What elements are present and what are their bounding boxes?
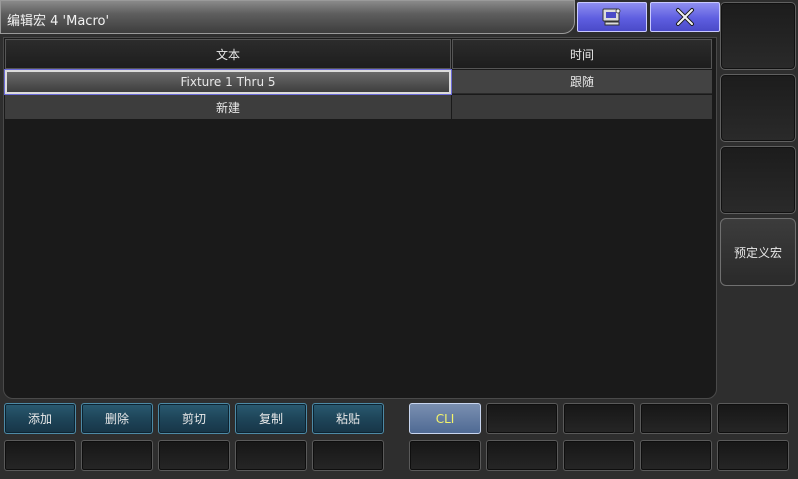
delete-label: 删除 <box>104 412 129 426</box>
empty-button[interactable] <box>717 440 789 471</box>
empty-button[interactable] <box>486 440 558 471</box>
macro-line-1-text-value: Fixture 1 Thru 5 <box>180 75 276 89</box>
cli-button[interactable]: CLI <box>409 403 481 434</box>
cli-label: CLI <box>435 411 455 426</box>
delete-button[interactable]: 删除 <box>81 403 153 434</box>
side-slot-2[interactable] <box>720 74 796 142</box>
copy-label: 复制 <box>258 412 283 426</box>
macro-new-line-time[interactable] <box>452 95 712 119</box>
column-header-time-label: 时间 <box>569 47 594 62</box>
cut-label: 剪切 <box>181 412 206 426</box>
empty-button[interactable] <box>158 440 230 471</box>
empty-button[interactable] <box>640 440 712 471</box>
close-button[interactable] <box>650 2 720 32</box>
keyboard-window-button[interactable] <box>577 2 647 32</box>
paste-label: 粘贴 <box>335 412 360 426</box>
add-button[interactable]: 添加 <box>4 403 76 434</box>
empty-button[interactable] <box>312 440 384 471</box>
window-title: 编辑宏 4 'Macro' <box>7 14 110 29</box>
column-header-time[interactable]: 时间 <box>452 39 712 69</box>
empty-button[interactable] <box>235 440 307 471</box>
title-bar: 编辑宏 4 'Macro' <box>0 0 575 34</box>
macro-new-line-text[interactable]: 新建 <box>5 95 451 119</box>
column-header-text-label: 文本 <box>215 47 240 62</box>
empty-button[interactable] <box>81 440 153 471</box>
macro-new-line-label: 新建 <box>215 100 240 115</box>
add-label: 添加 <box>27 412 52 426</box>
empty-button[interactable] <box>563 440 635 471</box>
empty-button[interactable] <box>640 403 712 434</box>
copy-button[interactable]: 复制 <box>235 403 307 434</box>
macro-line-1-text[interactable]: Fixture 1 Thru 5 <box>4 69 452 95</box>
empty-button[interactable] <box>717 403 789 434</box>
macro-line-1-time-value: 跟随 <box>569 75 594 89</box>
predefined-macros-label: 预定义宏 <box>733 245 782 260</box>
empty-button[interactable] <box>4 440 76 471</box>
keyboard-icon <box>602 8 621 26</box>
macro-line-1-time[interactable]: 跟随 <box>452 70 712 94</box>
cut-button[interactable]: 剪切 <box>158 403 230 434</box>
empty-button[interactable] <box>563 403 635 434</box>
predefined-macros-button[interactable]: 预定义宏 <box>720 218 796 286</box>
empty-button[interactable] <box>486 403 558 434</box>
column-header-text[interactable]: 文本 <box>5 39 451 69</box>
empty-button[interactable] <box>409 440 481 471</box>
side-slot-3[interactable] <box>720 146 796 214</box>
paste-button[interactable]: 粘贴 <box>312 403 384 434</box>
side-slot-1[interactable] <box>720 2 796 70</box>
close-icon <box>676 8 694 26</box>
